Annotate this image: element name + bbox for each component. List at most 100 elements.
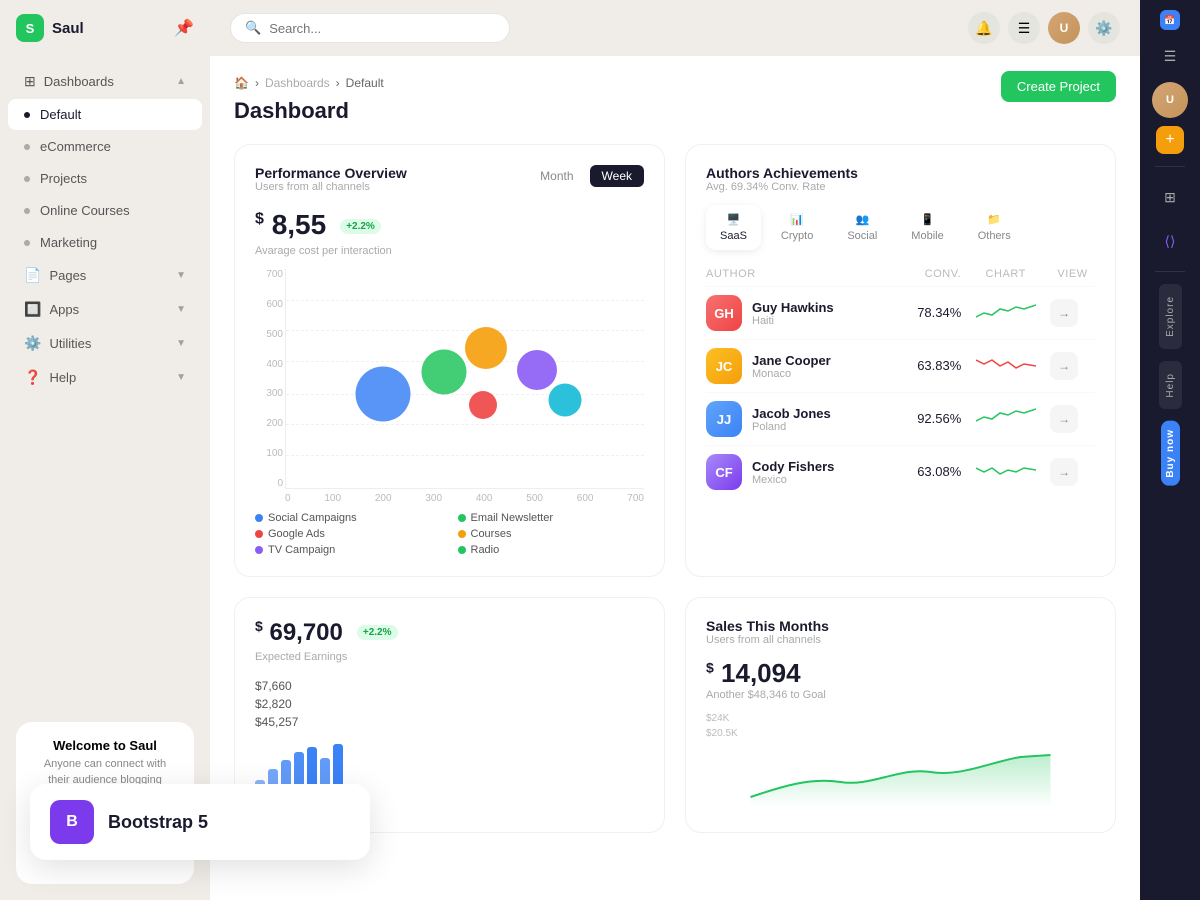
- sales-sub: Users from all channels: [706, 634, 1095, 646]
- tab-others[interactable]: 📁 Others: [964, 205, 1025, 250]
- rp-code-icon[interactable]: ⟨⟩: [1152, 223, 1188, 259]
- sidebar-item-ecommerce[interactable]: eCommerce: [8, 131, 202, 162]
- earnings-badge: +2.2%: [357, 625, 398, 640]
- tab-week[interactable]: Week: [590, 165, 644, 187]
- chevron-icon: ▼: [176, 270, 186, 281]
- active-dot: [24, 112, 30, 118]
- legend-radio: Radio: [458, 544, 645, 556]
- bubble-radio: [549, 384, 582, 417]
- tab-mobile[interactable]: 📱 Mobile: [897, 205, 957, 250]
- notifications-icon[interactable]: 🔔: [968, 12, 1000, 44]
- tab-group: Month Week: [528, 165, 644, 187]
- authors-title: Authors Achievements: [706, 165, 1095, 181]
- sidebar-item-dashboards[interactable]: ⊞ Dashboards ▲: [8, 65, 202, 98]
- col-chart: CHART: [961, 262, 1050, 287]
- sales-title: Sales This Months: [706, 618, 1095, 634]
- perf-badge: +2.2%: [340, 219, 381, 234]
- bubble-chart: [285, 269, 644, 489]
- earnings-label: Expected Earnings: [255, 651, 644, 663]
- search-input[interactable]: [269, 21, 495, 36]
- menu-icon[interactable]: ☰: [1008, 12, 1040, 44]
- view-btn-0[interactable]: →: [1050, 299, 1078, 327]
- main: 🔍 🔔 ☰ U ⚙️ 🏠 › Dashboards › Default Dash…: [210, 0, 1140, 900]
- nav-dot: [24, 240, 30, 246]
- dashboard-grid: Performance Overview Users from all chan…: [234, 144, 1116, 577]
- conv-value: 78.34%: [917, 305, 961, 320]
- pin-icon[interactable]: 📌: [174, 18, 194, 38]
- mini-chart-2: [976, 405, 1036, 429]
- conv-value: 63.83%: [917, 358, 961, 373]
- sidebar-header: S Saul 📌: [0, 0, 210, 56]
- breadcrumb-current: Default: [346, 76, 384, 90]
- rp-menu-icon[interactable]: ☰: [1152, 38, 1188, 74]
- view-btn-1[interactable]: →: [1050, 352, 1078, 380]
- chevron-icon: ▼: [176, 304, 186, 315]
- bootstrap-icon: B: [50, 800, 94, 844]
- chart-legend: Social Campaigns Email Newsletter Google…: [255, 512, 644, 556]
- legend-dot: [255, 530, 263, 538]
- page-title: Dashboard: [234, 98, 349, 124]
- topbar-right: 🔔 ☰ U ⚙️: [968, 12, 1120, 44]
- bubble-email: [421, 349, 466, 394]
- bubble-tv: [517, 350, 557, 390]
- apps-icon: 🔲: [24, 301, 41, 318]
- perf-title: Performance Overview: [255, 165, 407, 181]
- sidebar: S Saul 📌 ⊞ Dashboards ▲ Default eCommerc…: [0, 0, 210, 900]
- help-button[interactable]: Help: [1159, 361, 1182, 410]
- nav-dot: [24, 144, 30, 150]
- conv-value: 63.08%: [917, 464, 961, 479]
- avatar: JC: [706, 348, 742, 384]
- settings-icon[interactable]: ⚙️: [1088, 12, 1120, 44]
- authors-card: Authors Achievements Avg. 69.34% Conv. R…: [685, 144, 1116, 577]
- tab-crypto[interactable]: 📊 Crypto: [767, 205, 827, 250]
- view-btn-2[interactable]: →: [1050, 405, 1078, 433]
- bootstrap-title: Bootstrap 5: [108, 812, 208, 833]
- breadcrumb-dashboards[interactable]: Dashboards: [265, 76, 330, 90]
- search-box[interactable]: 🔍: [230, 13, 510, 43]
- content-area: 🏠 › Dashboards › Default Dashboard Creat…: [210, 56, 1140, 900]
- sidebar-item-online-courses[interactable]: Online Courses: [8, 195, 202, 226]
- buy-now-button[interactable]: Buy now: [1161, 421, 1180, 486]
- topbar: 🔍 🔔 ☰ U ⚙️: [210, 0, 1140, 56]
- sidebar-item-pages[interactable]: 📄 Pages ▼: [8, 259, 202, 292]
- explore-button[interactable]: Explore: [1159, 284, 1182, 349]
- right-panel: 📅 ☰ U + ⊞ ⟨⟩ Explore Help Buy now: [1140, 0, 1200, 900]
- tab-saas[interactable]: 🖥️ SaaS: [706, 205, 761, 250]
- sidebar-item-help[interactable]: ❓ Help ▼: [8, 361, 202, 394]
- create-project-button[interactable]: Create Project: [1001, 71, 1116, 102]
- rp-avatar[interactable]: U: [1152, 82, 1188, 118]
- user-avatar[interactable]: U: [1048, 12, 1080, 44]
- breadcrumb: 🏠 › Dashboards › Default: [234, 76, 1116, 90]
- performance-card: Performance Overview Users from all chan…: [234, 144, 665, 577]
- table-row: JC Jane Cooper Monaco 63.83%: [706, 340, 1095, 393]
- legend-tv: TV Campaign: [255, 544, 442, 556]
- sidebar-item-utilities[interactable]: ⚙️ Utilities ▼: [8, 327, 202, 360]
- chevron-icon: ▲: [176, 76, 186, 87]
- earnings-amounts: $7,660 $2,820 $45,257: [255, 679, 644, 729]
- tab-social[interactable]: 👥 Social: [833, 205, 891, 250]
- sidebar-item-projects[interactable]: Projects: [8, 163, 202, 194]
- view-btn-3[interactable]: →: [1050, 458, 1078, 486]
- tab-month[interactable]: Month: [528, 165, 585, 187]
- table-row: GH Guy Hawkins Haiti 78.34%: [706, 287, 1095, 340]
- col-author: AUTHOR: [706, 262, 896, 287]
- rp-grid-icon[interactable]: ⊞: [1152, 179, 1188, 215]
- perf-header: Performance Overview Users from all chan…: [255, 165, 644, 205]
- avatar: CF: [706, 454, 742, 490]
- authors-tabs: 🖥️ SaaS 📊 Crypto 👥 Social 📱 Mobile: [706, 205, 1095, 250]
- x-axis: 0100200300400500600700: [285, 493, 644, 504]
- sidebar-item-apps[interactable]: 🔲 Apps ▼: [8, 293, 202, 326]
- calendar-badge[interactable]: 📅: [1160, 10, 1180, 30]
- mini-chart-0: [976, 299, 1036, 323]
- bubble-google: [469, 391, 497, 419]
- legend-google: Google Ads: [255, 528, 442, 540]
- legend-email: Email Newsletter: [458, 512, 645, 524]
- sidebar-item-marketing[interactable]: Marketing: [8, 227, 202, 258]
- legend-social: Social Campaigns: [255, 512, 442, 524]
- perf-sub: Users from all channels: [255, 181, 407, 193]
- col-view: VIEW: [1050, 262, 1095, 287]
- rp-add-button[interactable]: +: [1156, 126, 1184, 154]
- app-title: Saul: [52, 20, 84, 37]
- sidebar-item-default[interactable]: Default: [8, 99, 202, 130]
- table-row: JJ Jacob Jones Poland 92.56%: [706, 393, 1095, 446]
